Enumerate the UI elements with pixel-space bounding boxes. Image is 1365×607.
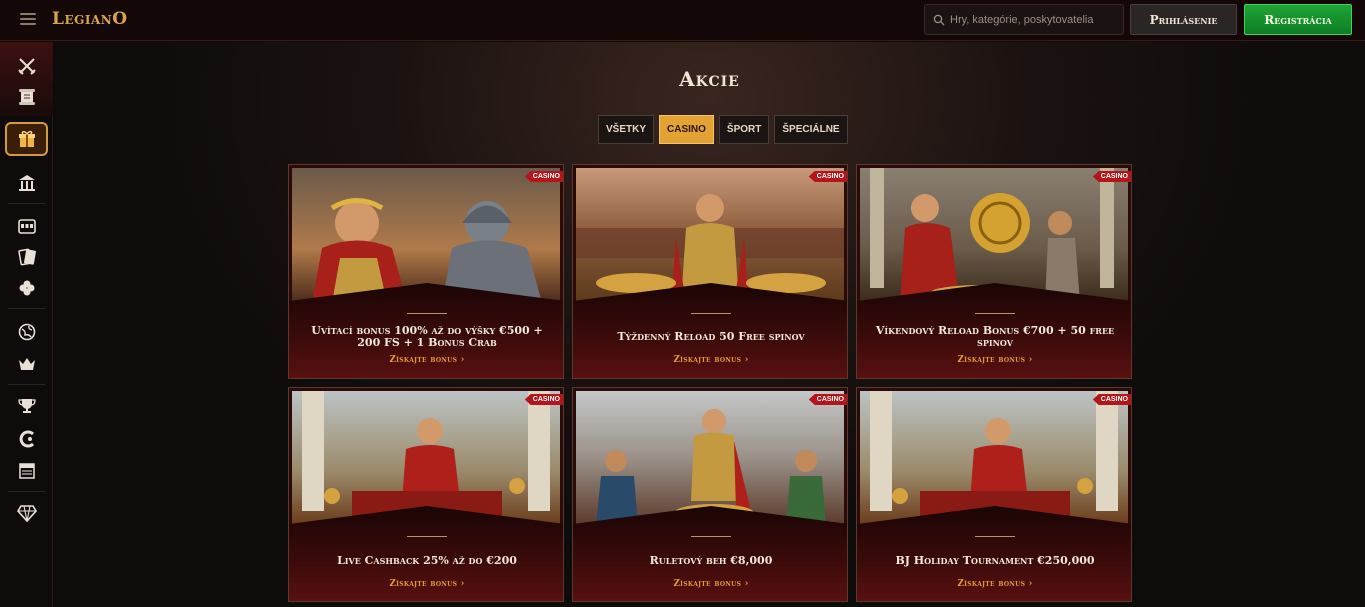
category-badge: CASINO [808, 171, 847, 182]
gift-chest-icon [18, 130, 35, 147]
category-badge: CASINO [808, 394, 847, 405]
category-badge: CASINO [1092, 171, 1131, 182]
claim-bonus-link[interactable]: Získajte bonus › [857, 355, 1131, 365]
rewards-icon[interactable] [14, 427, 40, 451]
search-box[interactable] [924, 4, 1124, 35]
promo-image [292, 391, 560, 526]
search-input[interactable] [950, 13, 1115, 26]
page-title: Akcie [679, 67, 740, 91]
scroll-icon[interactable] [14, 85, 40, 109]
top-header: LegianO Prihlásenie Registrácia [0, 0, 1365, 41]
claim-bonus-link[interactable]: Získajte bonus › [573, 355, 847, 365]
clover-icon[interactable] [14, 276, 40, 300]
promo-image [860, 391, 1128, 526]
promo-card[interactable]: CASINO Víkendový Reload Bonus €700 + 50 … [856, 164, 1132, 379]
claim-bonus-link[interactable]: Získajte bonus › [289, 579, 563, 589]
tab-vsetky[interactable]: VŠETKY [598, 115, 655, 144]
claim-bonus-link[interactable]: Získajte bonus › [289, 355, 563, 365]
cards-icon[interactable] [14, 245, 40, 269]
diamond-icon[interactable] [14, 501, 40, 525]
claim-bonus-link[interactable]: Získajte bonus › [573, 579, 847, 589]
card-divider [691, 536, 731, 539]
sidebar [0, 42, 53, 607]
category-badge: CASINO [524, 171, 563, 182]
chevron-right-icon: › [1028, 355, 1033, 365]
crossed-swords-icon[interactable] [14, 54, 40, 78]
news-icon[interactable] [14, 459, 40, 483]
search-icon [933, 14, 945, 25]
promo-title: Ruletový beh €8,000 [649, 554, 773, 567]
promo-image [576, 391, 844, 526]
claim-bonus-link[interactable]: Získajte bonus › [857, 579, 1131, 589]
card-divider [691, 313, 731, 316]
sidebar-divider [8, 384, 45, 385]
card-divider [975, 313, 1015, 316]
crown-icon[interactable] [14, 352, 40, 376]
card-divider [975, 536, 1015, 539]
card-divider [407, 536, 447, 539]
tab-specialne[interactable]: ŠPECIÁLNE [774, 115, 848, 144]
promo-title: Uvítací bonus 100% až do výšky €500 + 20… [311, 324, 543, 349]
temple-icon[interactable] [14, 171, 40, 195]
promo-image [576, 168, 844, 303]
promo-title: BJ Holiday Tournament €250,000 [895, 554, 1095, 567]
chevron-right-icon: › [744, 579, 749, 589]
sidebar-divider [8, 491, 45, 492]
chevron-right-icon: › [460, 355, 465, 365]
card-divider [407, 313, 447, 316]
login-button[interactable]: Prihlásenie [1130, 4, 1237, 35]
chevron-right-icon: › [460, 579, 465, 589]
globe-icon[interactable] [14, 320, 40, 344]
tab-casino[interactable]: CASINO [659, 115, 714, 144]
slot-machine-icon[interactable] [14, 214, 40, 238]
sidebar-divider [8, 308, 45, 309]
promo-title: Víkendový Reload Bonus €700 + 50 free sp… [875, 324, 1115, 349]
promo-image [292, 168, 560, 303]
sidebar-divider [8, 203, 45, 204]
promo-title: Live Cashback 25% až do €200 [337, 554, 517, 567]
promo-card[interactable]: CASINO Uvítací bonus 100% až do výšky €5… [288, 164, 564, 379]
category-badge: CASINO [524, 394, 563, 405]
trophy-icon[interactable] [14, 394, 40, 418]
category-badge: CASINO [1092, 394, 1131, 405]
chevron-right-icon: › [744, 355, 749, 365]
promo-card[interactable]: CASINO Ruletový beh €8,000 Získajte bonu… [572, 387, 848, 602]
main-content: Akcie VŠETKY CASINO ŠPORT ŠPECIÁLNE CASI… [54, 42, 1365, 607]
register-button[interactable]: Registrácia [1244, 4, 1352, 35]
promo-card[interactable]: CASINO Týždenný Reload 50 Free spinov Zí… [572, 164, 848, 379]
tab-sport[interactable]: ŠPORT [718, 115, 770, 144]
chevron-right-icon: › [1028, 579, 1033, 589]
logo[interactable]: LegianO [52, 9, 128, 29]
promo-card[interactable]: CASINO BJ Holiday Tournament €250,000 Zí… [856, 387, 1132, 602]
promo-filter-tabs: VŠETKY CASINO ŠPORT ŠPECIÁLNE [598, 115, 848, 144]
sidebar-item-promotions[interactable] [5, 122, 48, 156]
promo-title: Týždenný Reload 50 Free spinov [617, 330, 805, 343]
promo-image [860, 168, 1128, 303]
menu-icon[interactable] [20, 13, 36, 25]
promo-card[interactable]: CASINO Live Cashback 25% až do €200 Získ… [288, 387, 564, 602]
